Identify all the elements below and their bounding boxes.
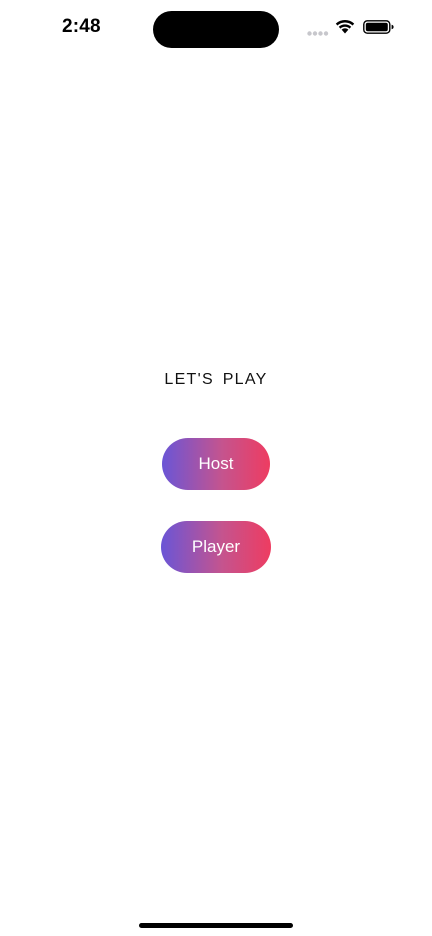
- player-button-label: Player: [191, 537, 241, 556]
- battery-icon: [363, 20, 394, 34]
- host-button-label: Host: [198, 454, 234, 473]
- cellular-signal-icon: [307, 31, 329, 36]
- status-time: 2:48: [62, 16, 101, 37]
- player-button[interactable]: Player: [161, 521, 271, 573]
- wifi-icon: [335, 19, 355, 34]
- dynamic-island: [153, 11, 279, 48]
- home-indicator[interactable]: [139, 923, 293, 928]
- host-button[interactable]: Host: [162, 438, 270, 490]
- status-bar: 2:48: [0, 0, 432, 58]
- page-title: LET'S PLAY: [164, 371, 268, 388]
